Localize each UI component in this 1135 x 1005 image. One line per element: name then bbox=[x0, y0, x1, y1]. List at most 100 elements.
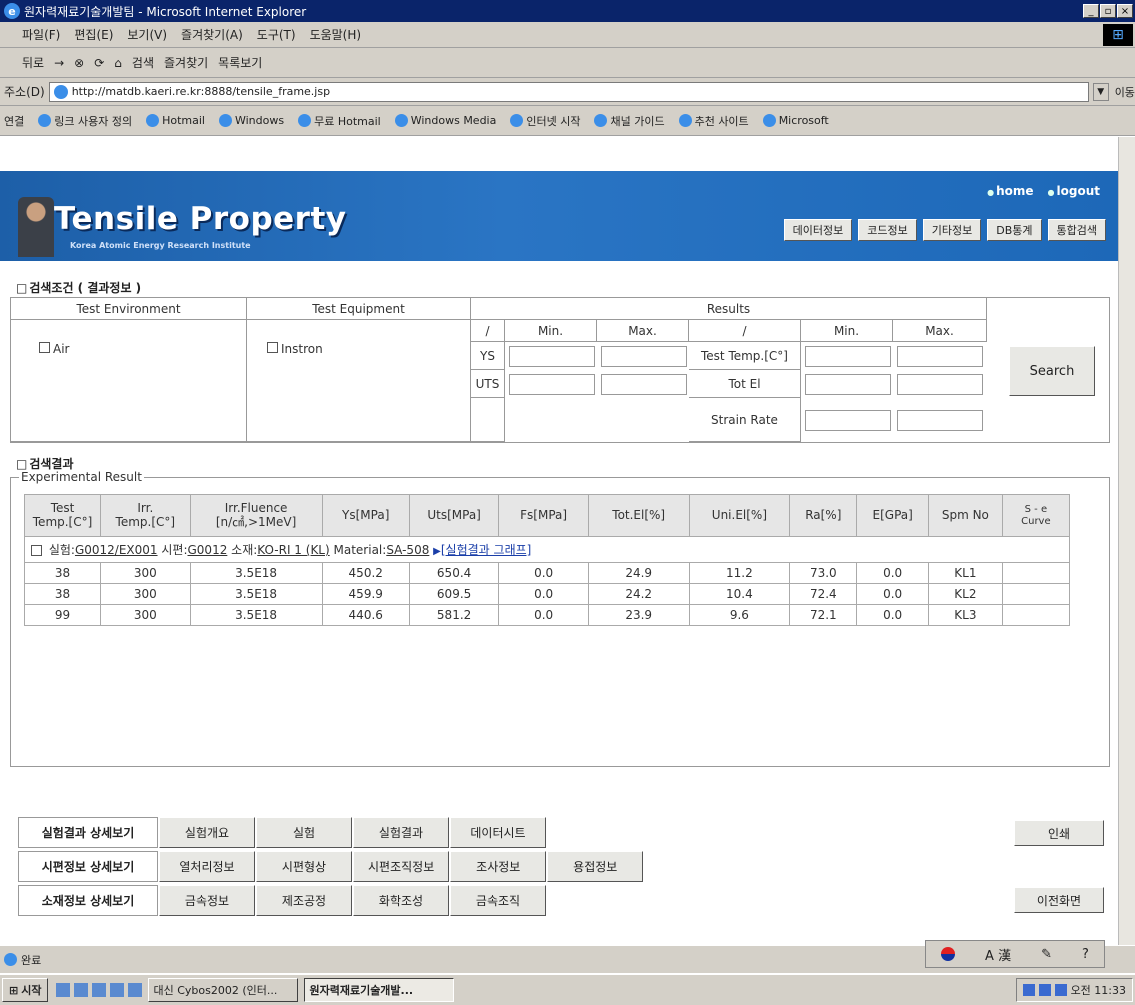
home-button[interactable]: ⌂ bbox=[114, 56, 122, 70]
outlook-icon[interactable] bbox=[74, 983, 89, 997]
researcher-photo-icon bbox=[18, 197, 54, 257]
menu-help[interactable]: 도움말(H) bbox=[310, 26, 362, 43]
link-item[interactable]: Hotmail bbox=[146, 114, 205, 127]
btn-manufacturing[interactable]: 제조공정 bbox=[256, 885, 352, 916]
pen-icon[interactable]: ✎ bbox=[1041, 947, 1052, 962]
logout-link[interactable]: logout bbox=[1048, 184, 1100, 198]
experiment-checkbox[interactable] bbox=[31, 545, 42, 556]
nav-integrated-search[interactable]: 통합검색 bbox=[1047, 219, 1106, 241]
btn-exp-result[interactable]: 실험결과 bbox=[353, 817, 449, 848]
results-slash-right: / bbox=[689, 320, 801, 342]
desktop-icon[interactable] bbox=[56, 983, 71, 997]
nav-db-stats[interactable]: DB통계 bbox=[987, 219, 1042, 241]
nav-code-info[interactable]: 코드정보 bbox=[858, 219, 917, 241]
refresh-button[interactable]: ⟳ bbox=[94, 56, 104, 70]
address-dropdown-icon[interactable]: ▼ bbox=[1092, 82, 1109, 101]
tray-icon[interactable] bbox=[1038, 984, 1051, 996]
ime-mode[interactable]: A 漢 bbox=[985, 945, 1011, 964]
home-link[interactable]: home bbox=[987, 184, 1033, 198]
media-player-icon[interactable] bbox=[128, 983, 143, 997]
task-ie-window[interactable]: 원자력재료기술개발... bbox=[304, 978, 455, 1002]
test-temp-min-input[interactable] bbox=[805, 346, 891, 367]
results-header-text: Uni.El[%] bbox=[711, 507, 767, 522]
history-toolbar-button[interactable]: 목록보기 bbox=[218, 54, 262, 71]
table-cell: 459.9 bbox=[321, 583, 410, 605]
go-button[interactable]: 이동 bbox=[1115, 84, 1135, 100]
link-item[interactable]: Windows bbox=[218, 114, 284, 127]
table-cell: 300 bbox=[100, 604, 191, 626]
ime-toolbar[interactable]: A 漢 ✎ ? bbox=[925, 940, 1105, 968]
back-button[interactable]: 뒤로 bbox=[22, 54, 44, 71]
btn-exp[interactable]: 실험 bbox=[256, 817, 352, 848]
btn-welding[interactable]: 용접정보 bbox=[547, 851, 644, 882]
results-header-text: Fs[MPa] bbox=[520, 507, 568, 522]
link-item[interactable]: 무료 Hotmail bbox=[298, 113, 381, 129]
menu-edit[interactable]: 편집(E) bbox=[74, 26, 113, 43]
link-item[interactable]: 추천 사이트 bbox=[678, 113, 749, 129]
maximize-button[interactable]: ▫ bbox=[1100, 4, 1116, 18]
detail-row-material: 소재정보 상세보기 금속정보 제조공정 화학조성 금속조직 bbox=[18, 885, 546, 916]
ie-link-icon bbox=[510, 114, 524, 127]
instron-checkbox[interactable] bbox=[267, 342, 278, 353]
exp-link[interactable]: G0012/EX001 bbox=[75, 543, 158, 557]
spec-link[interactable]: G0012 bbox=[188, 543, 228, 557]
link-item[interactable]: Windows Media bbox=[394, 114, 496, 127]
address-input[interactable]: http://matdb.kaeri.re.kr:8888/tensile_fr… bbox=[48, 81, 1089, 102]
btn-metal-info[interactable]: 금속정보 bbox=[159, 885, 255, 916]
search-toolbar-button[interactable]: 검색 bbox=[132, 54, 154, 71]
back-screen-button[interactable]: 이전화면 bbox=[1014, 887, 1104, 913]
close-button[interactable]: × bbox=[1117, 4, 1133, 18]
tray-icon[interactable] bbox=[1022, 984, 1035, 996]
task-cybos[interactable]: 대신 Cybos2002 (인터... bbox=[148, 978, 299, 1002]
btn-microstructure[interactable]: 금속조직 bbox=[450, 885, 546, 916]
vertical-scrollbar[interactable] bbox=[1118, 137, 1135, 945]
help-icon[interactable]: ? bbox=[1082, 947, 1089, 962]
explorer-icon[interactable] bbox=[110, 983, 125, 997]
test-temp-max-input[interactable] bbox=[897, 346, 983, 367]
btn-heat-treatment[interactable]: 열처리정보 bbox=[159, 851, 255, 882]
minimize-button[interactable]: _ bbox=[1083, 4, 1099, 18]
address-bar: 주소(D) http://matdb.kaeri.re.kr:8888/tens… bbox=[0, 78, 1135, 106]
menu-view[interactable]: 보기(V) bbox=[127, 26, 167, 43]
link-item[interactable]: 채널 가이드 bbox=[594, 113, 665, 129]
menu-favorites[interactable]: 즐겨찾기(A) bbox=[181, 26, 243, 43]
material-link[interactable]: SA-508 bbox=[386, 543, 429, 557]
links-bar: 연결 링크 사용자 정의 Hotmail Windows 무료 Hotmail … bbox=[0, 106, 1135, 136]
favorites-toolbar-button[interactable]: 즐겨찾기 bbox=[164, 54, 208, 71]
link-item[interactable]: 링크 사용자 정의 bbox=[38, 113, 132, 129]
strain-rate-max-input[interactable] bbox=[897, 410, 983, 431]
tot-el-max-input[interactable] bbox=[897, 374, 983, 395]
uts-min-input[interactable] bbox=[509, 374, 595, 395]
btn-irradiation[interactable]: 조사정보 bbox=[450, 851, 547, 882]
menu-tools[interactable]: 도구(T) bbox=[257, 26, 296, 43]
air-checkbox[interactable] bbox=[39, 342, 50, 353]
link-item[interactable]: 인터넷 시작 bbox=[510, 113, 580, 129]
instron-label: Instron bbox=[281, 342, 323, 356]
menu-file[interactable]: 파일(F) bbox=[22, 26, 60, 43]
print-button[interactable]: 인쇄 bbox=[1014, 820, 1104, 846]
search-criteria-box: Test Environment Test Equipment Results … bbox=[10, 297, 1110, 443]
table-cell: 0.0 bbox=[856, 583, 929, 605]
col-test-equipment: Test Equipment bbox=[247, 298, 471, 320]
uts-max-input[interactable] bbox=[601, 374, 687, 395]
stop-button[interactable]: ⊗ bbox=[74, 56, 84, 70]
nav-other-info[interactable]: 기타정보 bbox=[922, 219, 982, 241]
tray-icon[interactable] bbox=[1054, 984, 1067, 996]
graph-link[interactable]: [실험결과 그래프] bbox=[441, 543, 531, 557]
btn-exp-overview[interactable]: 실험개요 bbox=[159, 817, 255, 848]
btn-specimen-structure[interactable]: 시편조직정보 bbox=[353, 851, 450, 882]
tot-el-min-input[interactable] bbox=[805, 374, 891, 395]
ys-max-input[interactable] bbox=[601, 346, 687, 367]
ie-quick-icon[interactable] bbox=[92, 983, 107, 997]
link-item[interactable]: Microsoft bbox=[762, 114, 829, 127]
strain-rate-min-input[interactable] bbox=[805, 410, 891, 431]
start-button[interactable]: ⊞ 시작 bbox=[2, 978, 49, 1002]
search-button[interactable]: Search bbox=[1009, 346, 1095, 396]
btn-specimen-shape[interactable]: 시편형상 bbox=[256, 851, 352, 882]
btn-chemical[interactable]: 화학조성 bbox=[353, 885, 449, 916]
btn-datasheet[interactable]: 데이터시트 bbox=[450, 817, 546, 848]
mat-link[interactable]: KO-RI 1 (KL) bbox=[257, 543, 329, 557]
ys-min-input[interactable] bbox=[509, 346, 595, 367]
nav-data-info[interactable]: 데이터정보 bbox=[783, 219, 853, 241]
forward-button[interactable]: → bbox=[54, 56, 64, 70]
